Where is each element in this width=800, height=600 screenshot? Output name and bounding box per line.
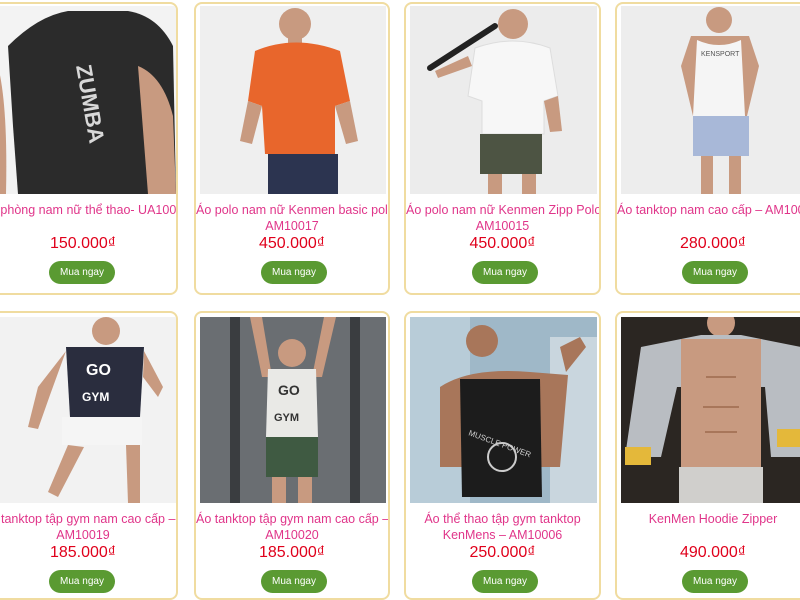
product-card[interactable]: GO GYM o tanktop tập gym nam cao cấp – A…	[0, 311, 178, 600]
product-card[interactable]: ZUMBA o phòng nam nữ thể thao- UA10004 1…	[0, 2, 178, 295]
product-card[interactable]: MUSCLE POWER Áo thể thao tập gym tanktop…	[404, 311, 601, 600]
product-image[interactable]: GO GYM	[0, 317, 176, 503]
product-price: 280.000₫	[679, 235, 747, 252]
buy-now-button[interactable]: Mua ngay	[472, 261, 538, 284]
product-title[interactable]: Áo polo nam nữ Kenmen Zipp Polo –	[406, 202, 599, 219]
product-title[interactable]: o phòng nam nữ thể thao- UA10004	[0, 202, 176, 219]
buy-now-button[interactable]: Mua ngay	[261, 261, 327, 284]
svg-text:GYM: GYM	[82, 390, 109, 404]
product-card[interactable]: KENSPORT Áo tanktop nam cao cấp – AM1001…	[615, 2, 800, 295]
product-card[interactable]: Áo polo nam nữ Kenmen basic polo – AM100…	[194, 2, 390, 295]
product-title-line2[interactable]: AM10015	[406, 218, 599, 235]
product-title[interactable]: KenMen Hoodie Zipper	[617, 511, 800, 528]
product-price: 185.000₫	[258, 544, 326, 561]
product-image[interactable]: ZUMBA	[0, 6, 176, 194]
product-image[interactable]: MUSCLE POWER	[410, 317, 597, 503]
svg-text:GO: GO	[278, 382, 300, 398]
product-grid: ZUMBA o phòng nam nữ thể thao- UA10004 1…	[0, 0, 800, 600]
product-card[interactable]: GO GYM Áo tanktop tập gym nam cao cấp – …	[194, 311, 390, 600]
buy-now-button[interactable]: Mua ngay	[49, 570, 115, 593]
product-title[interactable]: Áo thể thao tập gym tanktop	[406, 511, 599, 528]
buy-now-button[interactable]: Mua ngay	[472, 570, 538, 593]
product-title[interactable]: o tanktop tập gym nam cao cấp –	[0, 511, 176, 528]
product-price: 450.000₫	[258, 235, 326, 252]
product-title[interactable]: Áo polo nam nữ Kenmen basic polo –	[196, 202, 388, 219]
product-card[interactable]: KenMen Hoodie Zipper 490.000₫ Mua ngay	[615, 311, 800, 600]
product-image[interactable]: GO GYM	[200, 317, 386, 503]
product-image[interactable]	[200, 6, 386, 194]
product-title-line2[interactable]: KenMens – AM10006	[406, 527, 599, 544]
product-price: 150.000₫	[49, 235, 117, 252]
buy-now-button[interactable]: Mua ngay	[682, 570, 748, 593]
svg-text:KENSPORT: KENSPORT	[701, 51, 740, 58]
product-title[interactable]: Áo tanktop nam cao cấp – AM1001	[617, 202, 800, 219]
product-title-line2[interactable]: AM10020	[196, 527, 388, 544]
buy-now-button[interactable]: Mua ngay	[682, 261, 748, 284]
product-price: 185.000₫	[49, 544, 117, 561]
product-title[interactable]: Áo tanktop tập gym nam cao cấp –	[196, 511, 388, 528]
product-image[interactable]	[621, 317, 800, 503]
product-title-line2[interactable]: AM10019	[0, 527, 176, 544]
buy-now-button[interactable]: Mua ngay	[49, 261, 115, 284]
svg-text:GO: GO	[86, 362, 111, 379]
product-image[interactable]: KENSPORT	[621, 6, 800, 194]
buy-now-button[interactable]: Mua ngay	[261, 570, 327, 593]
product-price: 250.000₫	[469, 544, 536, 561]
svg-text:GYM: GYM	[274, 412, 299, 424]
product-price: 490.000₫	[679, 544, 747, 561]
product-image[interactable]	[410, 6, 597, 194]
product-price: 450.000₫	[469, 235, 536, 252]
product-title-line2[interactable]: AM10017	[196, 218, 388, 235]
product-card[interactable]: Áo polo nam nữ Kenmen Zipp Polo – AM1001…	[404, 2, 601, 295]
